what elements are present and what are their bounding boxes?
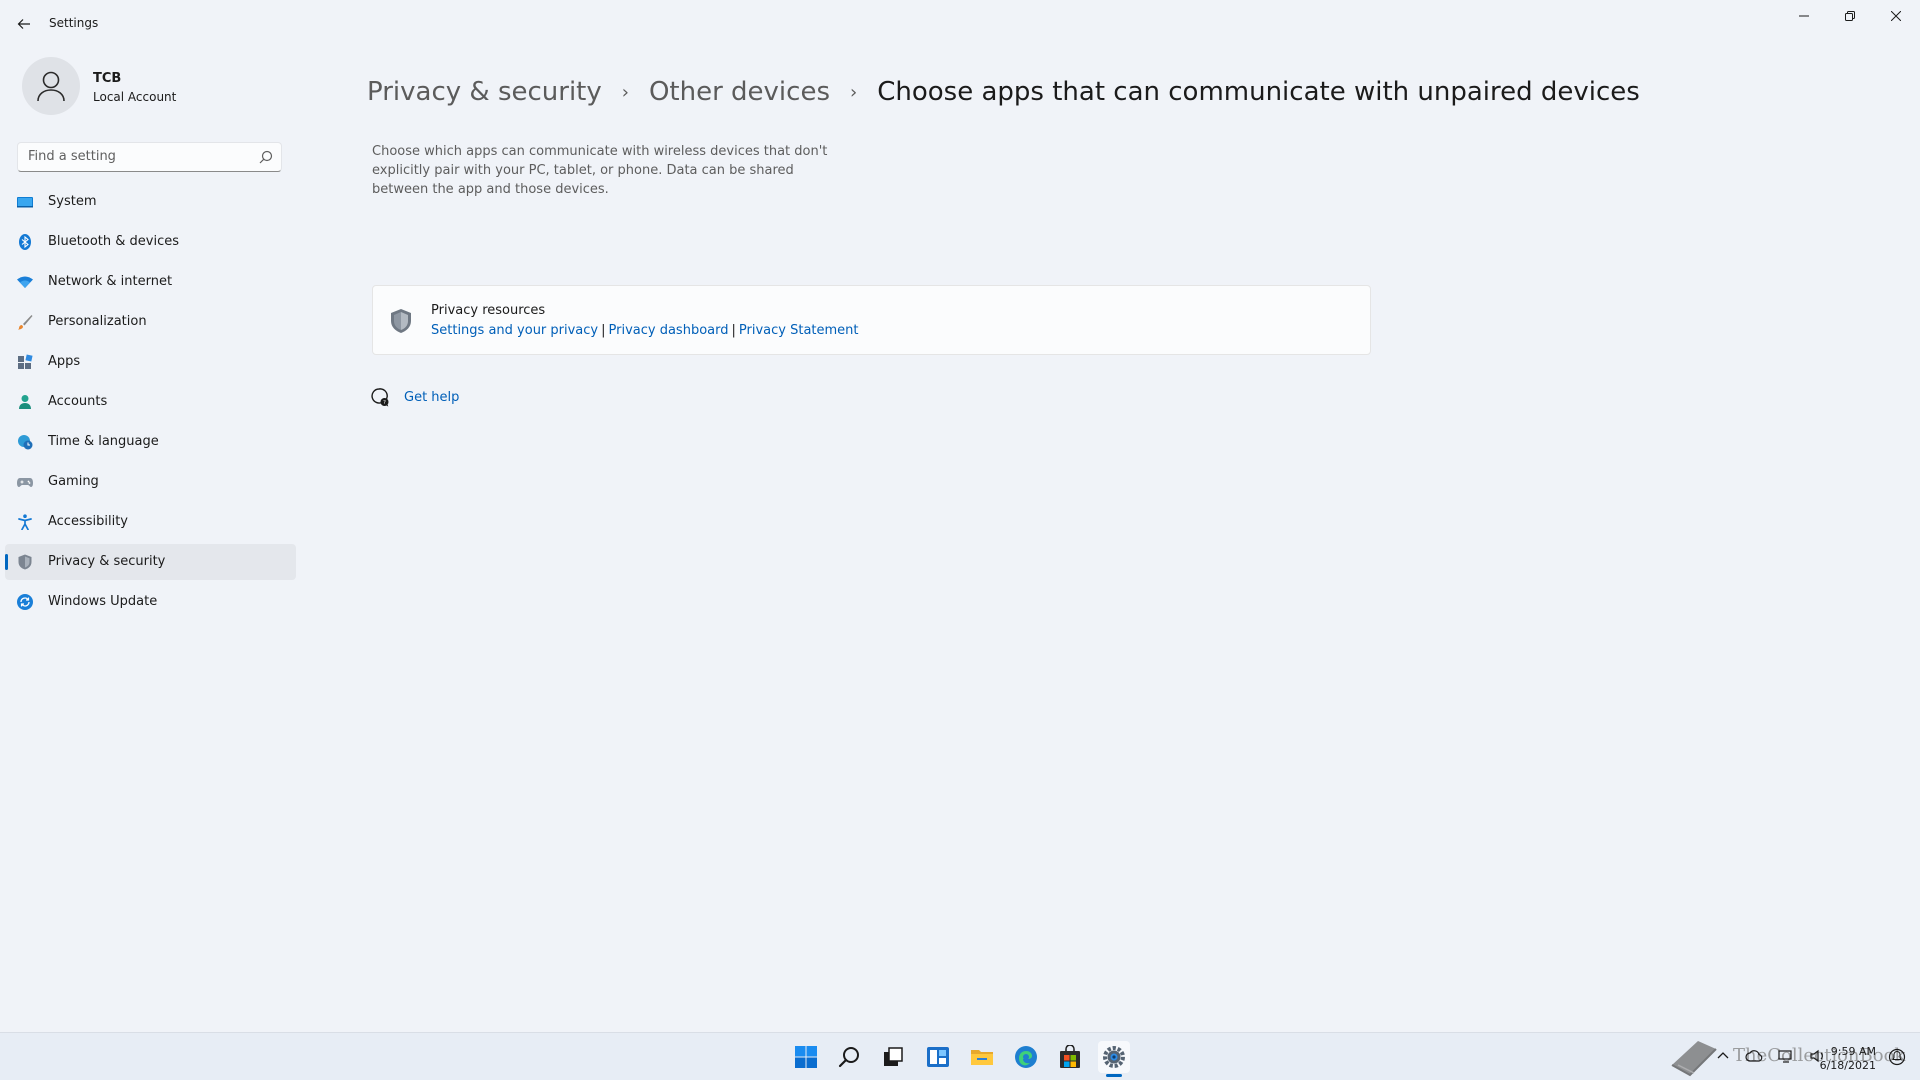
sidebar-item-windows-update[interactable]: Windows Update — [5, 584, 296, 620]
app-title: Settings — [49, 16, 99, 30]
shield-icon — [18, 554, 32, 570]
close-icon — [1891, 11, 1901, 21]
search-icon — [838, 1047, 859, 1068]
task-view-button[interactable] — [877, 1041, 909, 1073]
system-tray — [1715, 1048, 1827, 1064]
sidebar-item-label: Privacy & security — [48, 554, 166, 569]
sidebar-item-label: Personalization — [48, 314, 147, 329]
page-title: Choose apps that can communicate with un… — [877, 77, 1640, 107]
taskbar-search-button[interactable] — [834, 1041, 866, 1073]
breadcrumb-separator-icon: › — [621, 81, 629, 103]
avatar[interactable] — [22, 57, 80, 115]
account-name: TCB — [93, 71, 122, 86]
get-help-icon[interactable]: ? — [371, 388, 391, 408]
privacy-resources-links: Settings and your privacy | Privacy dashbo… — [431, 323, 859, 338]
sidebar-item-label: Time & language — [48, 434, 159, 449]
sidebar-item-accounts[interactable]: Accounts — [5, 384, 296, 420]
task-view-icon — [884, 1047, 903, 1066]
start-icon — [795, 1046, 817, 1068]
update-icon — [17, 594, 33, 610]
breadcrumb: Privacy & security › Other devices › Cho… — [367, 77, 1640, 107]
sidebar-item-system[interactable]: System — [5, 184, 296, 220]
brush-icon — [18, 315, 33, 330]
privacy-resources-card: Privacy resources Settings and your priv… — [372, 285, 1371, 355]
title-bar: Settings — [0, 0, 1920, 48]
person-icon — [19, 395, 31, 409]
restore-icon — [1845, 11, 1855, 21]
sidebar-item-time-language[interactable]: Time & language — [5, 424, 296, 460]
sidebar-item-label: Accounts — [48, 394, 108, 409]
edge-icon — [1015, 1046, 1037, 1068]
sidebar-item-label: Windows Update — [48, 594, 158, 609]
file-explorer-icon — [971, 1050, 993, 1065]
close-button[interactable] — [1873, 0, 1919, 32]
widgets-button[interactable] — [922, 1041, 954, 1073]
settings-and-your-privacy-link[interactable]: Settings and your privacy — [431, 323, 598, 338]
active-app-indicator — [1106, 1074, 1122, 1077]
sidebar-item-label: Network & internet — [48, 274, 173, 289]
breadcrumb-item-other-devices[interactable]: Other devices — [649, 77, 830, 107]
person-icon — [37, 71, 65, 102]
file-explorer-button[interactable] — [966, 1041, 998, 1073]
sidebar-item-label: Accessibility — [48, 514, 128, 529]
search-box[interactable] — [17, 142, 282, 172]
sidebar-item-accessibility[interactable]: Accessibility — [5, 504, 296, 540]
privacy-statement-link[interactable]: Privacy Statement — [739, 323, 859, 338]
globe-clock-icon — [18, 435, 33, 450]
settings-icon — [1103, 1046, 1125, 1068]
link-separator: | — [601, 323, 606, 338]
sidebar-item-label: Bluetooth & devices — [48, 234, 179, 249]
chevron-up-icon[interactable] — [1715, 1048, 1731, 1064]
taskbar: TheCollectionBook 9:59 AM 6/18/2021 — [0, 1032, 1920, 1080]
back-arrow-icon — [17, 19, 30, 29]
widgets-icon — [927, 1047, 949, 1067]
breadcrumb-separator-icon: › — [850, 81, 858, 103]
store-button[interactable] — [1054, 1041, 1086, 1073]
gamepad-icon — [17, 478, 33, 487]
sidebar-item-network[interactable]: Network & internet — [5, 264, 296, 300]
start-button[interactable] — [790, 1041, 822, 1073]
wifi-icon — [17, 276, 33, 288]
get-help-link[interactable]: Get help — [404, 390, 459, 405]
restore-button[interactable] — [1827, 0, 1873, 32]
book-watermark-icon — [1671, 1041, 1717, 1077]
shield-icon — [391, 309, 411, 333]
sidebar-item-label: System — [48, 194, 97, 209]
apps-icon — [18, 354, 33, 369]
sidebar-item-bluetooth[interactable]: Bluetooth & devices — [5, 224, 296, 260]
clock-time: 9:59 AM — [1830, 1045, 1876, 1058]
page-description: Choose which apps can communicate with w… — [372, 144, 828, 197]
taskbar-clock[interactable]: 9:59 AM 6/18/2021 — [1820, 1045, 1876, 1073]
privacy-resources-title: Privacy resources — [431, 303, 546, 318]
back-button[interactable] — [12, 12, 36, 36]
search-icon[interactable] — [259, 150, 273, 164]
cloud-icon[interactable] — [1745, 1048, 1763, 1064]
privacy-dashboard-link[interactable]: Privacy dashboard — [609, 323, 729, 338]
link-separator: | — [731, 323, 736, 338]
sidebar-item-personalization[interactable]: Personalization — [5, 304, 296, 340]
sidebar-item-privacy-security[interactable]: Privacy & security — [5, 544, 296, 580]
svg-text:?: ? — [383, 400, 386, 406]
notifications-icon[interactable] — [1888, 1048, 1906, 1066]
selection-indicator — [5, 554, 8, 570]
settings-button[interactable] — [1098, 1041, 1130, 1073]
sidebar-item-label: Gaming — [48, 474, 99, 489]
breadcrumb-item-privacy-security[interactable]: Privacy & security — [367, 77, 602, 107]
minimize-button[interactable] — [1781, 0, 1827, 32]
minimize-icon — [1799, 15, 1809, 17]
network-icon[interactable] — [1777, 1048, 1795, 1064]
system-icon — [17, 197, 33, 208]
account-type: Local Account — [93, 90, 177, 104]
store-icon — [1060, 1045, 1080, 1068]
bluetooth-icon — [19, 234, 31, 250]
sidebar-item-gaming[interactable]: Gaming — [5, 464, 296, 500]
sidebar-item-apps[interactable]: Apps — [5, 344, 296, 380]
sidebar-item-label: Apps — [48, 354, 81, 369]
accessibility-icon — [18, 514, 32, 530]
search-input[interactable] — [26, 148, 250, 165]
edge-button[interactable] — [1010, 1041, 1042, 1073]
clock-date: 6/18/2021 — [1819, 1059, 1876, 1072]
